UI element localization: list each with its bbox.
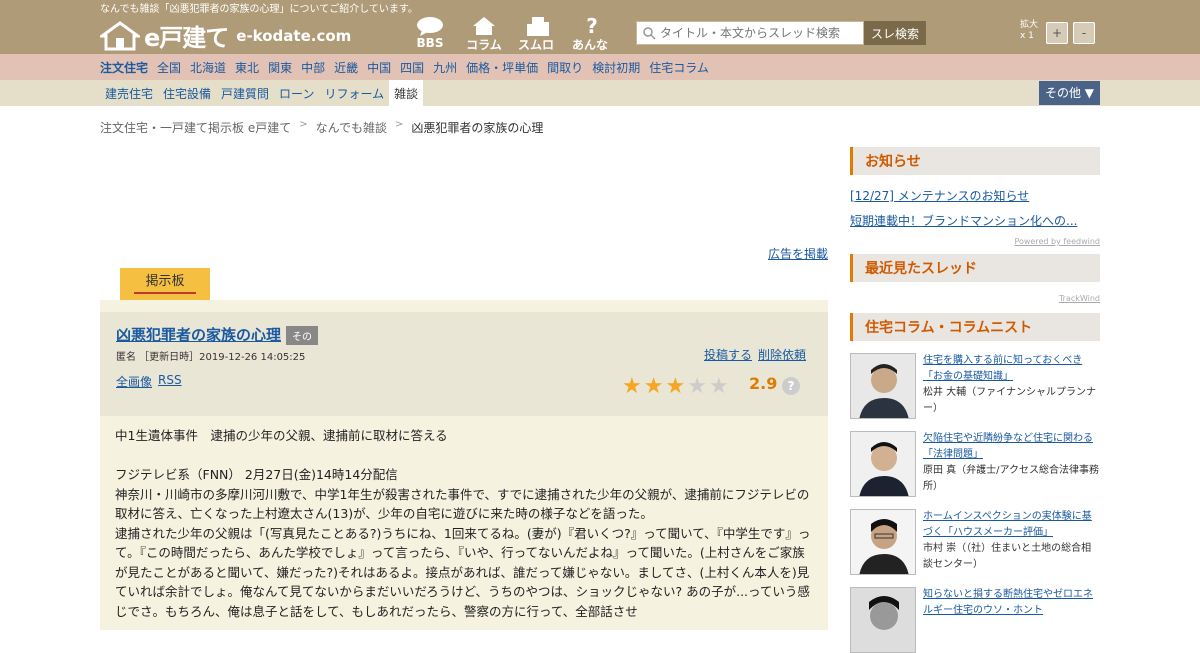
other-menu-button[interactable]: その他 ▼ [1039,81,1100,105]
star-filled-icon[interactable]: ★ [622,376,642,398]
nav1-item[interactable]: 東北 [235,59,259,76]
zoom-label-text: 拡大 [1020,20,1039,30]
column-title[interactable]: 知らないと損する断熱住宅やゼロエネルギー住宅のウソ・ホント [923,587,1100,619]
region-nav: 注文住宅 全国 北海道 東北 関東 中部 近畿 中国 四国 九州 価格・坪単価 … [0,54,1200,80]
feedwind-credit[interactable]: Powered by feedwind [850,237,1100,246]
body-line: 中1生遺体事件 逮捕の少年の父親、逮捕前に取材に答える [115,428,448,443]
thread-links: 全画像 RSS [116,373,182,390]
columnist-photo [850,587,916,653]
nav-column-label: コラム [466,38,502,52]
nav1-item[interactable]: 近畿 [334,59,358,76]
logo-text: e戸建て [144,24,229,52]
columnist-name: 松井 大輔（ファイナンシャルプランナー） [923,387,1096,414]
news-heading: お知らせ [850,147,1100,175]
search-box [636,21,864,45]
search-icon [643,27,656,40]
chat-bubble-icon [417,17,443,36]
column-item[interactable]: 欠陥住宅や近隣紛争など住宅に関わる「法律問題」 原田 真（弁護士/アクセス総合法… [850,431,1100,497]
column-item[interactable]: ホームインスペクションの実体験に基づく「ハウスメーカー評価」 市村 崇（（社）住… [850,509,1100,575]
post-link[interactable]: 投稿する [704,346,752,363]
svg-text:?: ? [586,16,598,36]
thread-body: 中1生遺体事件 逮捕の少年の父親、逮捕前に取材に答える フジテレビ系（FNN） … [115,426,815,621]
column-title[interactable]: 欠陥住宅や近隣紛争など住宅に関わる「法律問題」 [923,431,1100,463]
house-icon [473,17,495,35]
nav1-item[interactable]: 四国 [400,59,424,76]
body-paragraph: 逮捕された少年の父親は「(写真見たことある?)うちにね、1回来てるね。(妻が)『… [115,525,811,619]
columnist-name: 原田 真（弁護士/アクセス総合法律事務所） [923,465,1100,492]
category-badge: その [286,326,318,345]
nav1-item[interactable]: 価格・坪単価 [466,59,538,76]
breadcrumb-separator: > [395,119,404,130]
nav1-item[interactable]: 間取り [547,59,583,76]
nav2-item-active[interactable]: 雑談 [389,80,424,107]
logo-domain: e-kodate.com [236,26,352,45]
columnist-photo [850,431,916,497]
zoom-level: x 1 [1020,31,1034,41]
building-icon [527,17,549,36]
tab-bbs[interactable]: 掲示板 [120,268,210,300]
house-logo-icon [100,20,140,50]
breadcrumb-item[interactable]: 注文住宅・一戸建て掲示板 e戸建て [100,119,291,136]
nav1-item[interactable]: 関東 [268,59,292,76]
column-item[interactable]: 住宅を購入する前に知っておくべき「お金の基礎知識」 松井 大輔（ファイナンシャル… [850,353,1100,419]
column-item[interactable]: 知らないと損する断熱住宅やゼロエネルギー住宅のウソ・ホント [850,587,1100,653]
news-item[interactable]: 短期連載中！ブランドマンション化への... [850,212,1100,229]
star-empty-icon[interactable]: ★ [687,376,707,398]
columnist-name: 市村 崇（（社）住まいと土地の総合相談センター） [923,543,1092,570]
search-input[interactable] [660,26,860,40]
tagline: なんでも雑談「凶悪犯罪者の家族の心理」についてご紹介しています。 [100,4,418,15]
site-logo[interactable]: e戸建て e-kodate.com [100,18,351,53]
search-button[interactable]: スレ検索 [864,21,926,45]
zoom-label: 拡大 x 1 [1020,20,1038,42]
nav1-item[interactable]: 全国 [157,59,181,76]
advertise-link[interactable]: 広告を掲載 [768,245,828,262]
nav1-item[interactable]: 北海道 [190,59,226,76]
nav1-item[interactable]: 注文住宅 [100,59,148,76]
rating-value: 2.9 [749,374,778,393]
thread-title[interactable]: 凶悪犯罪者の家族の心理 [116,324,281,345]
breadcrumb-item[interactable]: なんでも雑談 [316,119,387,136]
zoom-in-button[interactable]: + [1046,22,1068,44]
zoom-out-button[interactable]: - [1073,22,1095,44]
question-icon: ? [586,16,598,36]
nav1-item[interactable]: 中部 [301,59,325,76]
rss-link[interactable]: RSS [158,373,182,390]
breadcrumb-current: 凶悪犯罪者の家族の心理 [411,121,544,135]
nav2-item[interactable]: ローン [274,80,319,107]
thread-meta: 匿名 ［更新日時］2019-12-26 14:05:25 [116,352,306,363]
column-heading: 住宅コラム・コラムニスト [850,313,1100,341]
body-spacer [115,446,815,466]
nav2-item[interactable]: 戸建質問 [216,80,274,107]
nav1-item[interactable]: 検討初期 [592,59,640,76]
nav2-item[interactable]: 住宅設備 [158,80,216,107]
recent-heading: 最近見たスレッド [850,254,1100,282]
nav2-item[interactable]: リフォーム [319,80,389,107]
column-title[interactable]: 住宅を購入する前に知っておくべき「お金の基礎知識」 [923,353,1100,385]
delete-request-link[interactable]: 削除依頼 [758,346,806,363]
nav1-item[interactable]: 住宅コラム [649,59,709,76]
nav-bbs-label: BBS [416,36,444,50]
site-header: なんでも雑談「凶悪犯罪者の家族の心理」についてご紹介しています。 e戸建て e-… [0,0,1200,69]
news-item[interactable]: [12/27] メンテナンスのお知らせ [850,187,1100,204]
trackwind-credit[interactable]: TrackWind [850,294,1100,303]
columnist-photo [850,353,916,419]
breadcrumb: 注文住宅・一戸建て掲示板 e戸建て > なんでも雑談 > 凶悪犯罪者の家族の心理 [100,119,543,136]
rating-help-icon[interactable]: ? [782,377,800,395]
star-filled-icon[interactable]: ★ [644,376,664,398]
nav2-item[interactable]: 建売住宅 [100,80,158,107]
thread-actions: 投稿する 削除依頼 [704,346,806,363]
column-title[interactable]: ホームインスペクションの実体験に基づく「ハウスメーカー評価」 [923,509,1100,541]
nav1-item[interactable]: 中国 [367,59,391,76]
full-image-link[interactable]: 全画像 [116,373,152,390]
body-line: フジテレビ系（FNN） 2月27日(金)14時14分配信 [115,467,398,482]
body-paragraph: 神奈川・川崎市の多摩川河川敷で、中学1年生が殺害された事件で、すでに逮捕された少… [115,486,810,522]
nav1-item[interactable]: 九州 [433,59,457,76]
columnist-photo [850,509,916,575]
sidebar: お知らせ [12/27] メンテナンスのお知らせ 短期連載中！ブランドマンション… [850,147,1100,653]
star-empty-icon[interactable]: ★ [709,376,729,398]
star-filled-icon[interactable]: ★ [665,376,685,398]
breadcrumb-separator: > [299,119,308,130]
category-nav: 建売住宅 住宅設備 戸建質問 ローン リフォーム 雑談 [0,80,1200,107]
rating-stars[interactable]: ★ ★ ★ ★ ★ [622,376,729,398]
